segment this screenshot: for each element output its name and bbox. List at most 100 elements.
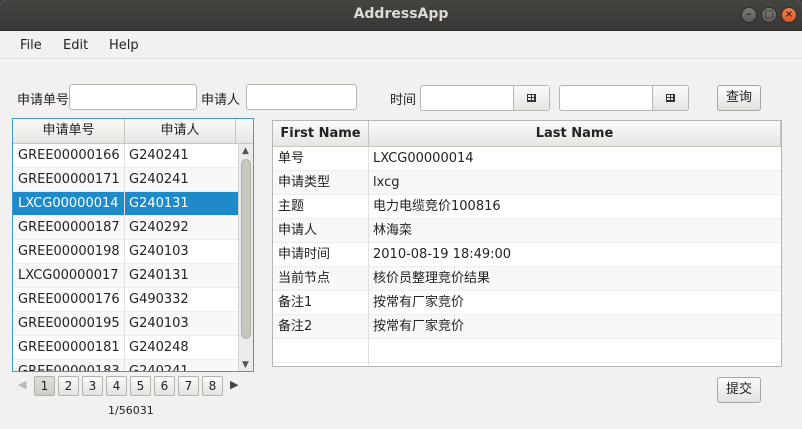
table-row[interactable]: GREE00000198 G240103 xyxy=(13,240,238,264)
cell-field-name: 主题 xyxy=(278,199,305,214)
query-button[interactable]: 查询 xyxy=(717,85,761,111)
detail-table-body: 单号 LXCG00000014 申请类型 lxcg 主题 电力电缆竞价100816 申请人 林… xyxy=(273,147,781,366)
column-header-last-name[interactable]: Last Name xyxy=(369,121,781,146)
calendar-button-from[interactable] xyxy=(513,86,549,110)
vertical-scrollbar[interactable]: ▲ ▼ xyxy=(238,144,253,371)
detail-row[interactable]: 当前节点 核价员整理竞价结果 xyxy=(273,267,781,291)
cell-app-no: GREE00000181 xyxy=(18,340,120,355)
cell-field-name: 申请时间 xyxy=(278,247,331,262)
table-row[interactable]: GREE00000176 G490332 xyxy=(13,288,238,312)
calendar-icon xyxy=(527,94,536,102)
title-bar: – □ × AddressApp xyxy=(0,0,802,31)
cell-app-no: GREE00000176 xyxy=(18,292,120,307)
time-from-datepicker[interactable] xyxy=(420,85,550,111)
cell-applicant: G240103 xyxy=(129,244,189,259)
next-page-icon[interactable]: ▶ xyxy=(230,378,238,391)
column-divider xyxy=(124,168,125,192)
table-row[interactable]: GREE00000171 G240241 xyxy=(13,168,238,192)
page-button-6[interactable]: 6 xyxy=(154,376,175,396)
table-row[interactable]: GREE00000195 G240103 xyxy=(13,312,238,336)
column-header-applicant[interactable]: 申请人 xyxy=(125,119,236,143)
detail-row[interactable]: 备注2 按常有厂家竞价 xyxy=(273,315,781,339)
prev-page-icon[interactable]: ◀ xyxy=(18,378,26,391)
column-divider xyxy=(368,291,369,315)
column-divider xyxy=(368,363,369,366)
column-divider xyxy=(124,240,125,264)
column-divider xyxy=(368,243,369,267)
detail-row[interactable]: 备注1 按常有厂家竞价 xyxy=(273,291,781,315)
cell-field-value: 电力电缆竞价100816 xyxy=(373,199,501,214)
window-title: AddressApp xyxy=(353,6,449,22)
table-row[interactable]: LXCG00000014 G240131 xyxy=(13,192,238,216)
detail-row[interactable]: 单号 LXCG00000014 xyxy=(273,147,781,171)
page-button-7[interactable]: 7 xyxy=(178,376,199,396)
column-divider xyxy=(124,288,125,312)
cell-app-no: LXCG00000017 xyxy=(18,268,119,283)
cell-field-name: 备注2 xyxy=(278,319,313,334)
menu-help[interactable]: Help xyxy=(109,38,139,53)
column-divider xyxy=(124,336,125,360)
page-button-8[interactable]: 8 xyxy=(202,376,223,396)
cell-field-name: 单号 xyxy=(278,151,305,166)
cell-applicant: G240103 xyxy=(129,316,189,331)
table-row[interactable]: LXCG00000017 G240131 xyxy=(13,264,238,288)
page-button-2[interactable]: 2 xyxy=(58,376,79,396)
applicant-input[interactable] xyxy=(246,84,357,110)
cell-field-value: lxcg xyxy=(373,175,400,190)
table-row[interactable]: GREE00000187 G240292 xyxy=(13,216,238,240)
page-button-3[interactable]: 3 xyxy=(82,376,103,396)
column-divider xyxy=(368,315,369,339)
cell-field-value: 按常有厂家竞价 xyxy=(373,319,465,334)
table-row[interactable]: GREE00000183 G240241 xyxy=(13,360,238,371)
scroll-up-icon[interactable]: ▲ xyxy=(242,146,249,156)
app-no-input[interactable] xyxy=(69,84,197,110)
table-row[interactable]: GREE00000181 G240248 xyxy=(13,336,238,360)
time-to-datepicker[interactable] xyxy=(559,85,689,111)
detail-row[interactable]: 申请类型 lxcg xyxy=(273,171,781,195)
cell-applicant: G240292 xyxy=(129,220,189,235)
detail-row[interactable]: 主题 电力电缆竞价100816 xyxy=(273,195,781,219)
page-button-5[interactable]: 5 xyxy=(130,376,151,396)
empty-row xyxy=(273,339,781,363)
column-divider xyxy=(368,171,369,195)
cell-app-no: GREE00000187 xyxy=(18,220,120,235)
cell-applicant: G240248 xyxy=(129,340,189,355)
column-divider xyxy=(368,195,369,219)
menu-file[interactable]: File xyxy=(20,38,42,53)
column-divider xyxy=(124,312,125,336)
cell-field-value: 2010-08-19 18:49:00 xyxy=(373,247,512,262)
column-header-app-no[interactable]: 申请单号 xyxy=(13,119,125,143)
cell-applicant: G240131 xyxy=(129,196,189,211)
detail-row[interactable]: 申请时间 2010-08-19 18:49:00 xyxy=(273,243,781,267)
application-list-table[interactable]: 申请单号 申请人 GREE00000166 G240241 GREE00000171… xyxy=(12,118,254,372)
cell-field-name: 申请类型 xyxy=(278,175,331,190)
page-button-4[interactable]: 4 xyxy=(106,376,127,396)
cell-app-no: GREE00000166 xyxy=(18,148,120,163)
column-divider xyxy=(368,267,369,291)
page-button-1[interactable]: 1 xyxy=(34,376,55,396)
menu-bar: File Edit Help xyxy=(0,31,802,59)
page-info: 1/56031 xyxy=(108,404,154,417)
calendar-button-to[interactable] xyxy=(652,86,688,110)
table-header: 申请单号 申请人 xyxy=(13,119,253,144)
cell-field-value: LXCG00000014 xyxy=(373,151,474,166)
calendar-icon xyxy=(666,94,675,102)
column-divider xyxy=(124,216,125,240)
cell-app-no: GREE00000195 xyxy=(18,316,120,331)
detail-table[interactable]: First Name Last Name 单号 LXCG00000014 申请类型 l… xyxy=(272,120,782,367)
detail-table-header: First Name Last Name xyxy=(273,121,781,147)
column-divider xyxy=(124,360,125,371)
applicant-label: 申请人 xyxy=(201,93,241,108)
app-no-label: 申请单号 xyxy=(17,93,70,108)
cell-field-value: 林海栾 xyxy=(373,223,413,238)
column-divider xyxy=(124,192,125,216)
scroll-down-icon[interactable]: ▼ xyxy=(242,360,249,370)
submit-button[interactable]: 提交 xyxy=(717,377,761,403)
menu-edit[interactable]: Edit xyxy=(63,38,88,53)
table-row[interactable]: GREE00000166 G240241 xyxy=(13,144,238,168)
detail-row[interactable]: 申请人 林海栾 xyxy=(273,219,781,243)
scrollbar-thumb[interactable] xyxy=(241,159,251,339)
column-header-first-name[interactable]: First Name xyxy=(273,121,369,146)
cell-field-value: 核价员整理竞价结果 xyxy=(373,271,491,286)
column-divider xyxy=(368,219,369,243)
